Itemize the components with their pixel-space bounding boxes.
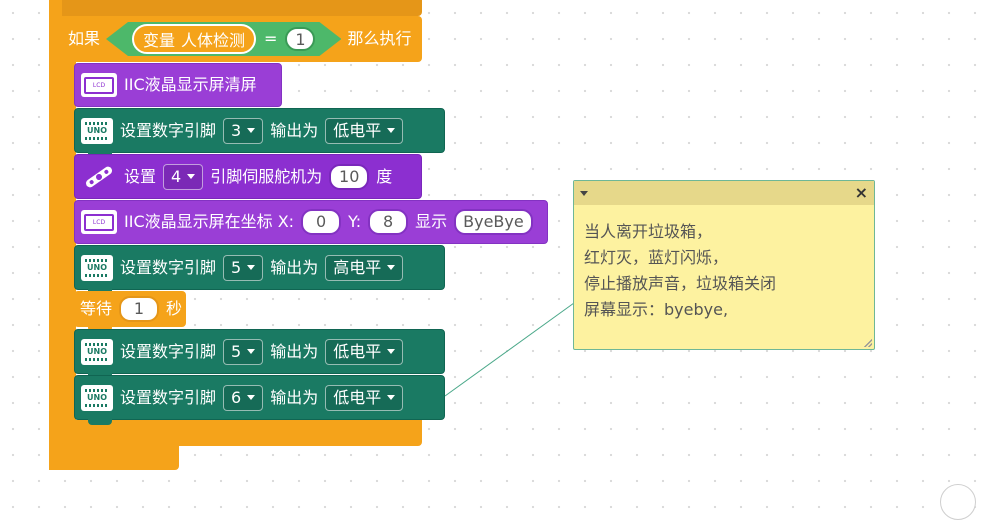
comment-line: 红灯灭，蓝灯闪烁， <box>584 248 729 267</box>
comment-line: 当人离开垃圾箱， <box>584 222 713 241</box>
comment-text[interactable]: 当人离开垃圾箱， 红灯灭，蓝灯闪烁， 停止播放声音，垃圾箱关闭 屏幕显示：bye… <box>574 205 874 337</box>
comment-header[interactable]: × <box>574 181 874 205</box>
triangle-down-icon[interactable] <box>580 190 588 196</box>
close-icon[interactable]: × <box>855 185 868 201</box>
comment-line: 屏幕显示：byebye, <box>584 300 729 319</box>
comment-bubble[interactable]: × 当人离开垃圾箱， 红灯灭，蓝灯闪烁， 停止播放声音，垃圾箱关闭 屏幕显示：b… <box>573 180 875 350</box>
zoom-control-circle[interactable] <box>940 484 976 520</box>
resize-grip-icon[interactable] <box>864 339 872 347</box>
comment-line: 停止播放声音，垃圾箱关闭 <box>584 274 777 293</box>
